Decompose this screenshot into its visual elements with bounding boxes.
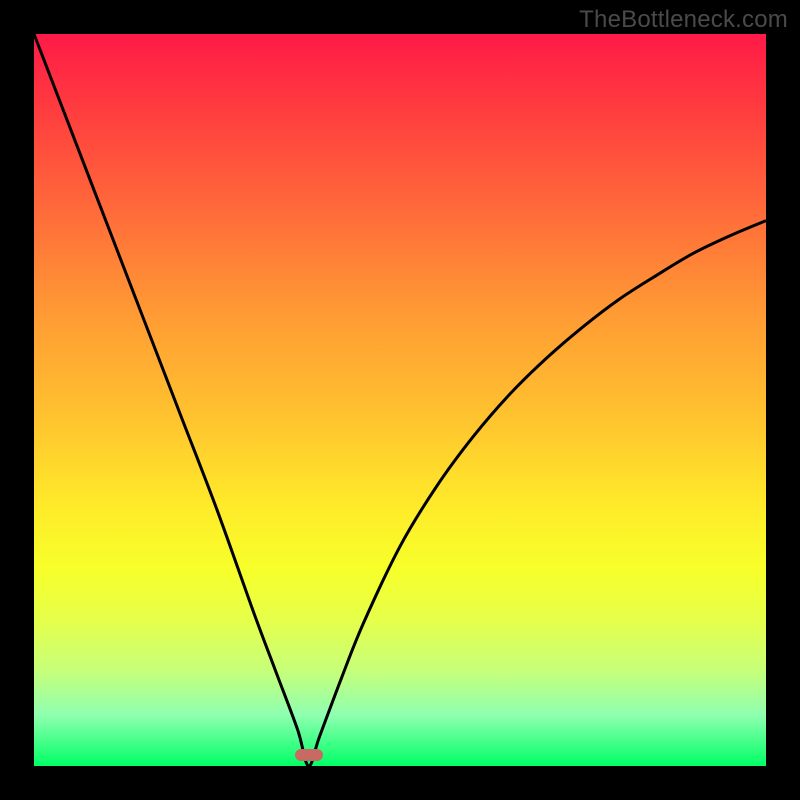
watermark-text: TheBottleneck.com — [579, 6, 788, 34]
chart-frame: TheBottleneck.com — [0, 0, 800, 800]
bottleneck-curve-svg — [34, 34, 766, 766]
minimum-marker — [295, 749, 323, 761]
bottleneck-curve-path — [34, 34, 766, 766]
